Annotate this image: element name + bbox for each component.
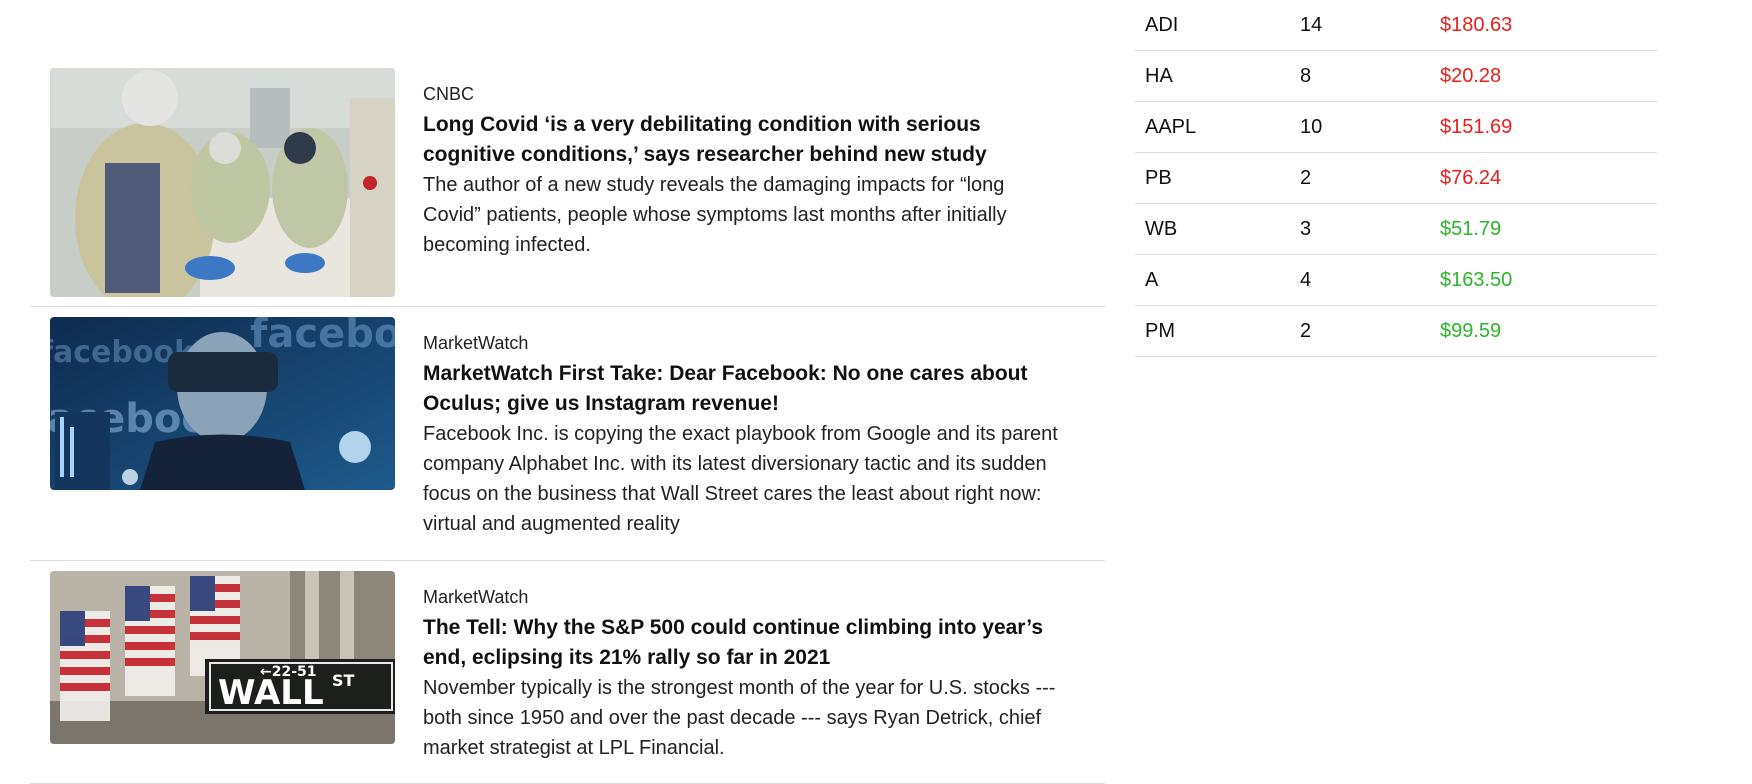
holding-price: $163.50	[1430, 254, 1657, 306]
holding-row[interactable]: WB 3 $51.79	[1135, 203, 1657, 255]
holding-row[interactable]: PM 2 $99.59	[1135, 305, 1657, 357]
holding-quantity: 10	[1290, 101, 1430, 153]
holdings-table: ADI 14 $180.63 HA 8 $20.28 AAPL 10 $151.69 PB 2 $76…	[1135, 0, 1657, 357]
holding-price: $180.63	[1430, 0, 1657, 51]
holding-quantity: 2	[1290, 305, 1430, 357]
news-headline[interactable]: The Tell: Why the S&P 500 could continue…	[423, 613, 1063, 673]
holding-quantity: 8	[1290, 50, 1430, 102]
news-source: MarketWatch	[423, 333, 529, 353]
news-thumbnail-facebook[interactable]: facebook facebook facebook	[50, 317, 395, 490]
news-text: CNBC Long Covid ‘is a very debilitating …	[423, 82, 1063, 260]
facebook-watermark-text: facebook	[250, 317, 395, 357]
holding-row[interactable]: PB 2 $76.24	[1135, 152, 1657, 204]
news-summary: The author of a new study reveals the da…	[423, 174, 1007, 256]
news-summary: November typically is the strongest mont…	[423, 677, 1056, 759]
news-thumbnail-wall-street[interactable]: ←22-51 WALL ST	[50, 571, 395, 744]
holding-symbol: HA	[1135, 50, 1290, 102]
holding-row[interactable]: AAPL 10 $151.69	[1135, 101, 1657, 153]
holding-price: $151.69	[1430, 101, 1657, 153]
news-headline[interactable]: Long Covid ‘is a very debilitating condi…	[423, 110, 1063, 170]
holding-quantity: 3	[1290, 203, 1430, 255]
news-summary: Facebook Inc. is copying the exact playb…	[423, 423, 1058, 535]
holding-quantity: 14	[1290, 0, 1430, 51]
holding-symbol: A	[1135, 254, 1290, 306]
news-source: CNBC	[423, 84, 475, 104]
holding-price: $76.24	[1430, 152, 1657, 204]
news-thumbnail-hospital[interactable]	[50, 68, 395, 297]
news-headline[interactable]: MarketWatch First Take: Dear Facebook: N…	[423, 359, 1063, 419]
holding-symbol: PM	[1135, 305, 1290, 357]
holding-symbol: WB	[1135, 203, 1290, 255]
holding-row[interactable]: A 4 $163.50	[1135, 254, 1657, 306]
news-list: CNBC Long Covid ‘is a very debilitating …	[30, 0, 1105, 784]
street-sign-suffix: ST	[332, 671, 355, 690]
holding-price: $51.79	[1430, 203, 1657, 255]
holding-quantity: 2	[1290, 152, 1430, 204]
holding-row[interactable]: ADI 14 $180.63	[1135, 0, 1657, 51]
street-sign-text: WALL	[218, 673, 324, 713]
news-item[interactable]: facebook facebook facebook MarketWatch M…	[30, 307, 1105, 561]
news-item[interactable]: CNBC Long Covid ‘is a very debilitating …	[30, 0, 1105, 307]
holding-symbol: AAPL	[1135, 101, 1290, 153]
news-source: MarketWatch	[423, 587, 529, 607]
holding-quantity: 4	[1290, 254, 1430, 306]
news-text: MarketWatch MarketWatch First Take: Dear…	[423, 331, 1063, 539]
holding-price: $99.59	[1430, 305, 1657, 357]
holdings-table-body: ADI 14 $180.63 HA 8 $20.28 AAPL 10 $151.69 PB 2 $76…	[1135, 0, 1657, 357]
holding-symbol: PB	[1135, 152, 1290, 204]
holding-row[interactable]: HA 8 $20.28	[1135, 50, 1657, 102]
holding-price: $20.28	[1430, 50, 1657, 102]
news-item[interactable]: ←22-51 WALL ST MarketWatch The Tell: Why…	[30, 561, 1105, 784]
news-text: MarketWatch The Tell: Why the S&P 500 co…	[423, 585, 1063, 763]
holding-symbol: ADI	[1135, 0, 1290, 51]
